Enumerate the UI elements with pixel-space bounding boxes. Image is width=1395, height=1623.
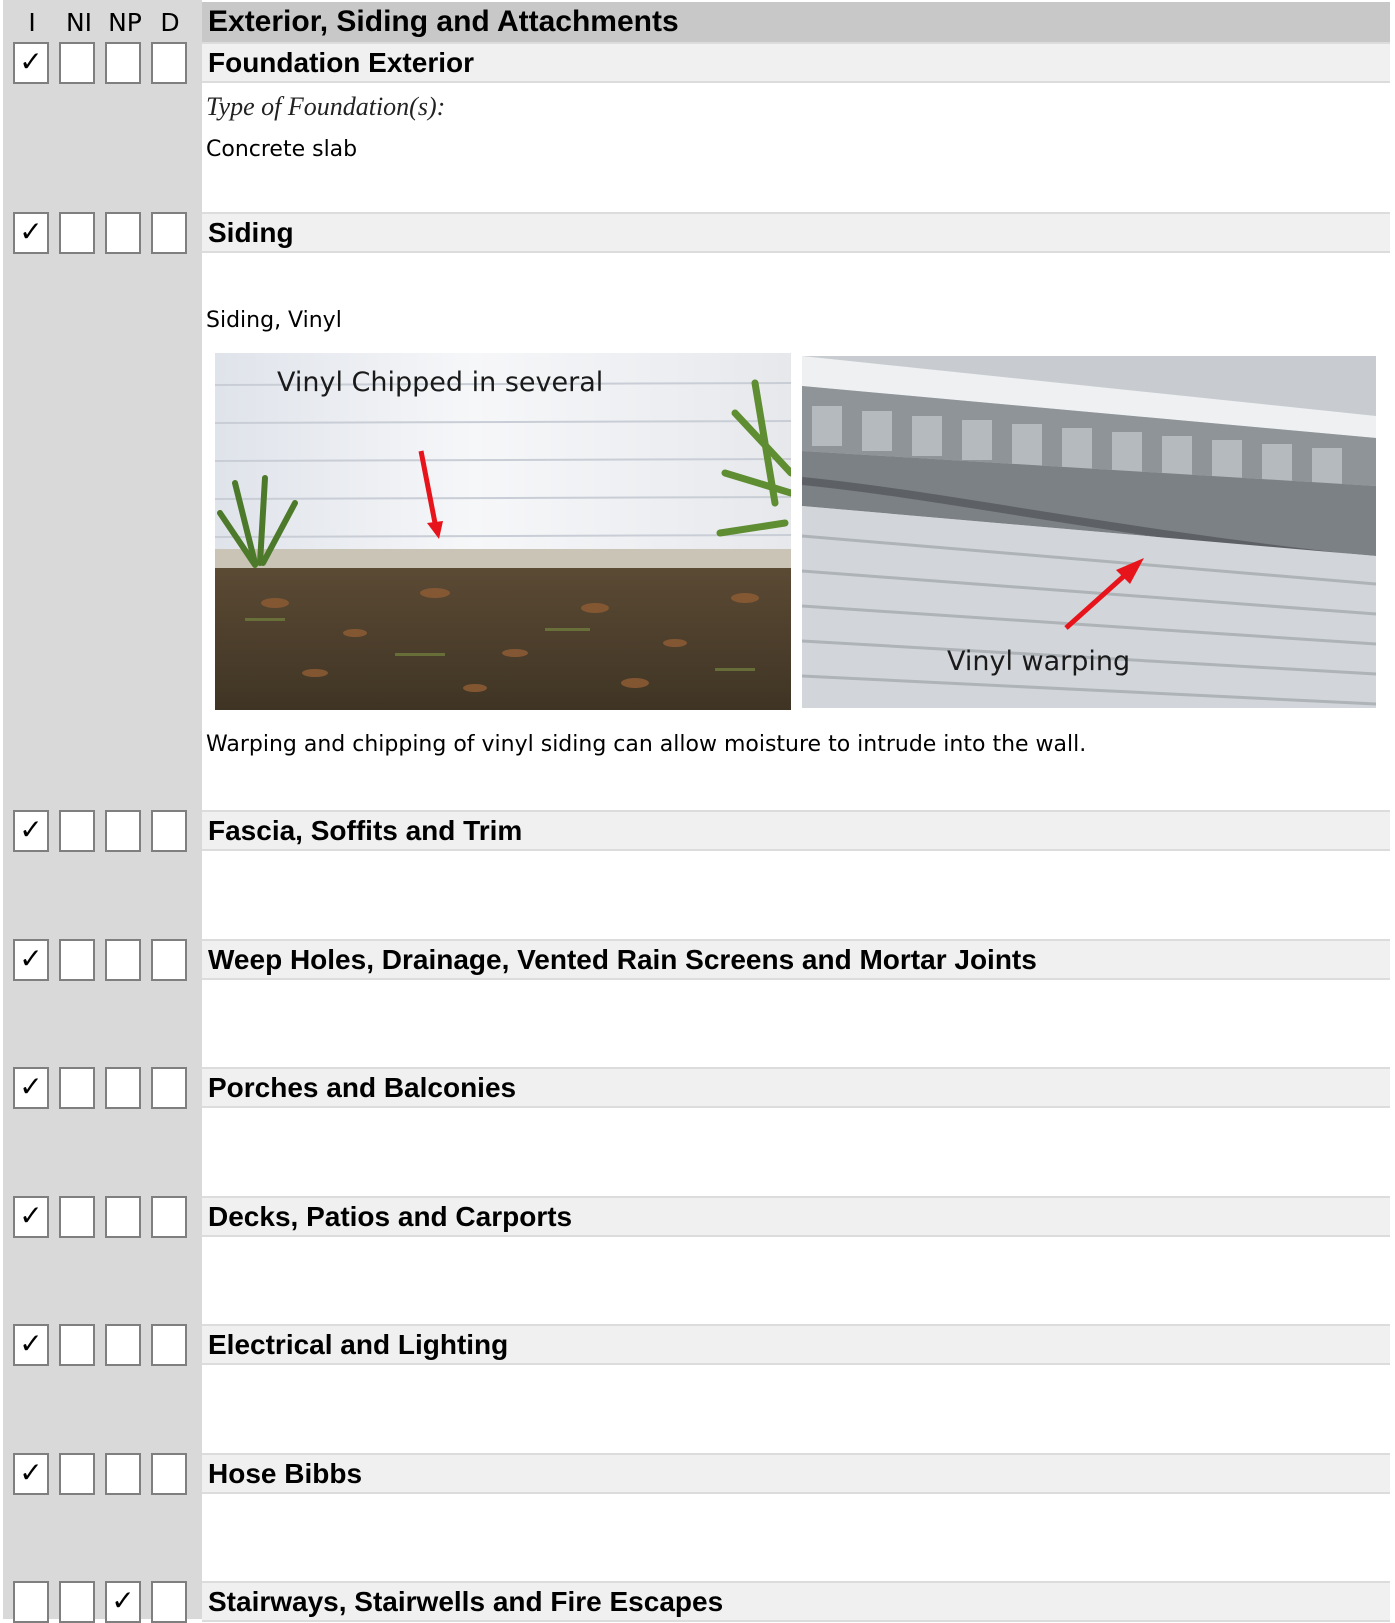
checkbox-np[interactable] [105, 1067, 141, 1109]
section-title: Stairways, Stairwells and Fire Escapes [208, 1586, 724, 1617]
checkmark-icon: ✓ [19, 1070, 43, 1103]
section-header: Electrical and Lighting [202, 1324, 1390, 1365]
checkbox-np[interactable] [105, 212, 141, 254]
column-header-i: I [28, 8, 36, 37]
checkbox-i[interactable]: ✓ [13, 1324, 49, 1366]
checkbox-np[interactable] [105, 1453, 141, 1495]
checkbox-np[interactable]: ✓ [105, 1581, 141, 1623]
checkbox-i[interactable] [13, 1581, 49, 1623]
section-title: Porches and Balconies [208, 1072, 517, 1103]
column-header-d: D [160, 8, 180, 37]
checkmark-icon: ✓ [19, 942, 43, 975]
section-title: Hose Bibbs [208, 1458, 363, 1489]
column-header-np: NP [108, 8, 142, 37]
checkbox-d[interactable] [151, 1324, 187, 1366]
checkbox-ni[interactable] [59, 1067, 95, 1109]
siding-material: Siding, Vinyl [206, 308, 342, 333]
column-header-ni: NI [65, 8, 93, 37]
section-title: Siding [208, 217, 294, 248]
checkmark-icon: ✓ [19, 45, 43, 78]
section-header: Fascia, Soffits and Trim [202, 810, 1390, 851]
checkbox-i[interactable]: ✓ [13, 1453, 49, 1495]
foundation-type-label: Type of Foundation(s): [206, 92, 446, 121]
section-title: Decks, Patios and Carports [208, 1201, 573, 1232]
checkbox-np[interactable] [105, 1196, 141, 1238]
section-header: Hose Bibbs [202, 1453, 1390, 1494]
checkbox-d[interactable] [151, 1196, 187, 1238]
checkbox-ni[interactable] [59, 1196, 95, 1238]
checkbox-ni[interactable] [59, 212, 95, 254]
section-header: Stairways, Stairwells and Fire Escapes [202, 1581, 1390, 1622]
section-header: Weep Holes, Drainage, Vented Rain Screen… [202, 939, 1390, 980]
siding-chipped-caption: Vinyl Chipped in several [277, 367, 604, 398]
checkbox-d[interactable] [151, 1581, 187, 1623]
page-title-bar: Exterior, Siding and Attachments [202, 2, 1390, 42]
checkmark-icon: ✓ [19, 1327, 43, 1360]
checkmark-icon: ✓ [111, 1584, 135, 1617]
checkbox-ni[interactable] [59, 42, 95, 84]
section-header: Foundation Exterior [202, 42, 1390, 83]
checkbox-ni[interactable] [59, 810, 95, 852]
checkbox-d[interactable] [151, 810, 187, 852]
checkbox-ni[interactable] [59, 1581, 95, 1623]
checkbox-np[interactable] [105, 810, 141, 852]
checkbox-ni[interactable] [59, 1324, 95, 1366]
checkbox-np[interactable] [105, 42, 141, 84]
section-title: Foundation Exterior [208, 47, 474, 78]
siding-chipped-photo: Vinyl Chipped in several [215, 353, 791, 710]
siding-warping-photo: Vinyl warping [802, 356, 1376, 708]
siding-warping-caption: Vinyl warping [947, 646, 1131, 677]
section-title: Fascia, Soffits and Trim [208, 815, 523, 846]
siding-comment: Warping and chipping of vinyl siding can… [206, 732, 1087, 757]
checkbox-i[interactable]: ✓ [13, 939, 49, 981]
checkmark-icon: ✓ [19, 813, 43, 846]
checkbox-ni[interactable] [59, 939, 95, 981]
checkbox-d[interactable] [151, 1067, 187, 1109]
checkbox-np[interactable] [105, 939, 141, 981]
checkmark-icon: ✓ [19, 1199, 43, 1232]
checkbox-d[interactable] [151, 939, 187, 981]
checkbox-ni[interactable] [59, 1453, 95, 1495]
foundation-type-value: Concrete slab [206, 137, 358, 162]
checkbox-i[interactable]: ✓ [13, 1196, 49, 1238]
section-header: Siding [202, 212, 1390, 253]
checkbox-i[interactable]: ✓ [13, 212, 49, 254]
section-header: Decks, Patios and Carports [202, 1196, 1390, 1237]
checkbox-i[interactable]: ✓ [13, 42, 49, 84]
section-title: Weep Holes, Drainage, Vented Rain Screen… [208, 944, 1037, 975]
page-title: Exterior, Siding and Attachments [208, 5, 679, 38]
checkbox-np[interactable] [105, 1324, 141, 1366]
section-header: Porches and Balconies [202, 1067, 1390, 1108]
section-title: Electrical and Lighting [208, 1329, 509, 1360]
checkbox-i[interactable]: ✓ [13, 1067, 49, 1109]
checkbox-d[interactable] [151, 42, 187, 84]
checkmark-icon: ✓ [19, 1456, 43, 1489]
checkbox-i[interactable]: ✓ [13, 810, 49, 852]
checkbox-d[interactable] [151, 1453, 187, 1495]
checkbox-d[interactable] [151, 212, 187, 254]
checkmark-icon: ✓ [19, 215, 43, 248]
